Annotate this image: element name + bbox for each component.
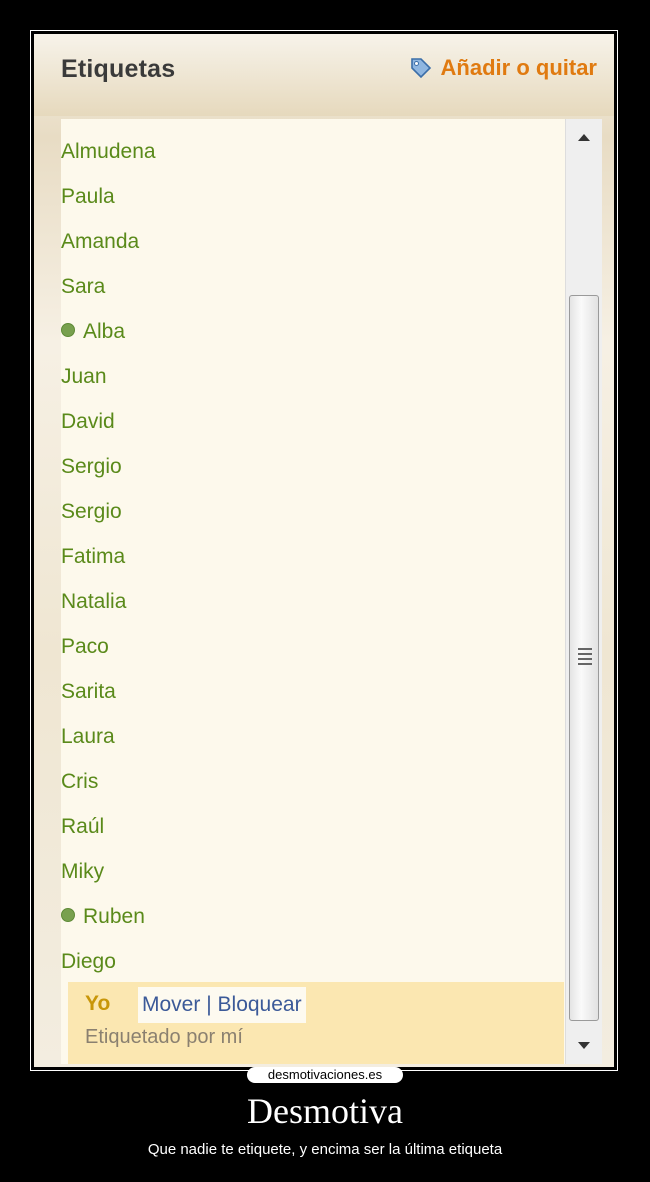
- tag-list-item[interactable]: Sergio: [61, 449, 122, 485]
- tag-name[interactable]: Paco: [61, 635, 109, 658]
- tag-name[interactable]: Diego: [61, 950, 116, 973]
- add-remove-label[interactable]: Añadir o quitar: [441, 55, 597, 81]
- scrollbar[interactable]: [565, 119, 602, 1064]
- tag-list-item[interactable]: Cris: [61, 764, 98, 800]
- tag-list-item[interactable]: Fatima: [61, 539, 125, 575]
- tag-list-item[interactable]: Paco: [61, 629, 109, 665]
- tag-name[interactable]: Ruben: [83, 905, 145, 928]
- tag-name[interactable]: Almudena: [61, 140, 156, 163]
- grip-icon: [578, 648, 592, 668]
- block-link[interactable]: Bloquear: [218, 993, 302, 1016]
- poster-caption: Desmotiva: [247, 1091, 403, 1131]
- tag-name[interactable]: Sergio: [61, 455, 122, 478]
- tag-name[interactable]: Fatima: [61, 545, 125, 568]
- self-tag-actions: Mover | Bloquear: [138, 987, 306, 1023]
- tag-list-item[interactable]: Sarita: [61, 674, 116, 710]
- tag-list-item[interactable]: Amanda: [61, 224, 139, 260]
- arrow-up-icon: [578, 134, 590, 141]
- tag-icon: [410, 58, 431, 79]
- online-dot-icon: [61, 908, 75, 923]
- tag-list-item[interactable]: Juan: [61, 359, 107, 395]
- tag-name[interactable]: Raúl: [61, 815, 104, 838]
- tag-name[interactable]: Miky: [61, 860, 104, 883]
- online-dot-icon: [61, 323, 75, 338]
- self-tag-row: Yo Mover | Bloquear Etiquetado por mí: [68, 982, 564, 1064]
- tag-name[interactable]: Natalia: [61, 590, 126, 613]
- tag-name[interactable]: Paula: [61, 185, 115, 208]
- tag-list-item[interactable]: David: [61, 404, 115, 440]
- tagged-by-text: Etiquetado por mí: [85, 1026, 243, 1048]
- tag-list-item[interactable]: Paula: [61, 179, 115, 215]
- tag-list[interactable]: Almudena Paula Amanda Sara Alba Juan David Serg…: [61, 119, 565, 1064]
- tag-list-item[interactable]: Almudena: [61, 134, 156, 170]
- tag-list-item[interactable]: Sara: [61, 269, 105, 305]
- tag-name[interactable]: Sarita: [61, 680, 116, 703]
- tag-list-item[interactable]: Natalia: [61, 584, 126, 620]
- tag-list-item[interactable]: Laura: [61, 719, 115, 755]
- tag-list-item[interactable]: Miky: [61, 854, 104, 890]
- move-link[interactable]: Mover: [142, 993, 200, 1016]
- actions-separator: |: [206, 993, 212, 1016]
- tag-list-item[interactable]: Sergio: [61, 494, 122, 530]
- tag-name[interactable]: Sergio: [61, 500, 122, 523]
- panel-title: Etiquetas: [61, 55, 176, 83]
- site-logo: desmotivaciones.es: [247, 1067, 403, 1083]
- add-remove-link[interactable]: Añadir o quitar: [409, 55, 597, 81]
- scroll-up-button[interactable]: [566, 119, 602, 155]
- poster-subcaption: Que nadie te etiquete, y encima ser la ú…: [147, 1141, 503, 1158]
- tag-list-item[interactable]: Raúl: [61, 809, 104, 845]
- self-tag-name: Yo: [85, 992, 111, 1015]
- tag-name[interactable]: David: [61, 410, 115, 433]
- tag-name[interactable]: Amanda: [61, 230, 139, 253]
- tag-name[interactable]: Cris: [61, 770, 98, 793]
- scroll-down-button[interactable]: [566, 1028, 602, 1064]
- scrollbar-thumb[interactable]: [569, 295, 599, 1021]
- tag-name[interactable]: Juan: [61, 365, 107, 388]
- tag-list-item[interactable]: Diego: [61, 944, 116, 980]
- tag-list-item[interactable]: Alba: [61, 314, 125, 350]
- panel-header: Etiquetas Añadir o quitar: [34, 34, 614, 116]
- tag-name[interactable]: Laura: [61, 725, 115, 748]
- poster-frame: Etiquetas Añadir o quitar Almudena Paula A…: [30, 30, 618, 1071]
- tags-panel: Etiquetas Añadir o quitar Almudena Paula A…: [34, 34, 614, 1067]
- arrow-down-icon: [578, 1042, 590, 1049]
- tag-name[interactable]: Sara: [61, 275, 105, 298]
- tag-name[interactable]: Alba: [83, 320, 125, 343]
- tag-list-item[interactable]: Ruben: [61, 899, 145, 935]
